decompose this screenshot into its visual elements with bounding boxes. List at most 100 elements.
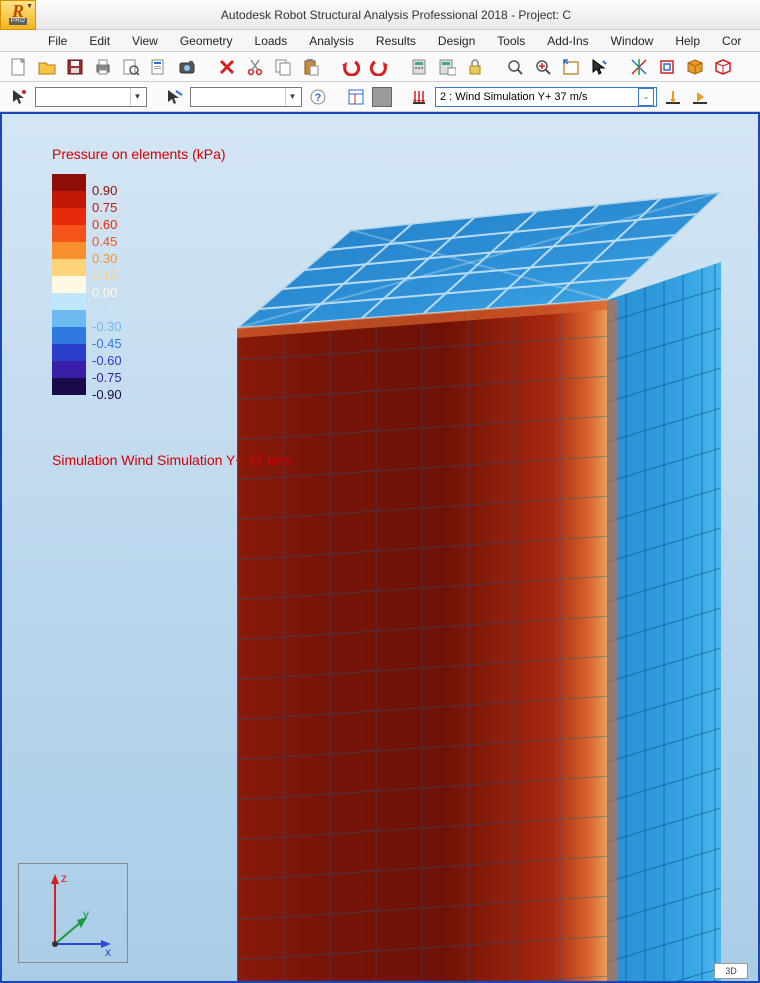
load-case-value: 2 : Wind Simulation Y+ 37 m/s: [440, 91, 639, 103]
menu-truncated[interactable]: Cor: [722, 34, 741, 48]
menu-view[interactable]: View: [132, 34, 158, 48]
legend-swatch: [52, 310, 86, 327]
next-case-icon[interactable]: [689, 86, 711, 108]
legend-value: 0.60: [92, 216, 122, 233]
color-swatch[interactable]: [372, 87, 392, 107]
legend-value: -0.90: [92, 386, 122, 403]
app-icon-pro: PRO: [9, 18, 28, 25]
ucs-x-label: x: [105, 945, 111, 959]
bar-selection-combo[interactable]: ▼: [190, 87, 302, 107]
delete-icon[interactable]: [216, 56, 238, 78]
menu-window[interactable]: Window: [611, 34, 654, 48]
section-icon[interactable]: [656, 56, 678, 78]
paste-icon[interactable]: [300, 56, 322, 78]
redo-icon[interactable]: [368, 56, 390, 78]
menu-file[interactable]: File: [48, 34, 67, 48]
open-icon[interactable]: [36, 56, 58, 78]
node-selection-combo[interactable]: ▼: [35, 87, 147, 107]
menubar: File Edit View Geometry Loads Analysis R…: [0, 30, 760, 52]
legend-swatch: [52, 378, 86, 395]
node-sel-icon[interactable]: [8, 86, 30, 108]
legend-swatch: [52, 344, 86, 361]
undo-icon[interactable]: [340, 56, 362, 78]
legend-value: 0.45: [92, 233, 122, 250]
chevron-down-icon: ▼: [26, 3, 33, 10]
menu-tools[interactable]: Tools: [497, 34, 525, 48]
legend-value: -0.30: [92, 318, 122, 335]
new-icon[interactable]: [8, 56, 30, 78]
legend-value: -0.15: [92, 301, 122, 318]
legend-value: 0.15: [92, 267, 122, 284]
legend-swatch: [52, 276, 86, 293]
copy-icon[interactable]: [272, 56, 294, 78]
menu-loads[interactable]: Loads: [255, 34, 288, 48]
menu-results[interactable]: Results: [376, 34, 416, 48]
side-grid: [607, 262, 721, 983]
help-icon[interactable]: ?: [307, 86, 329, 108]
legend-value: 0.90: [92, 182, 122, 199]
legend-value: 0.00: [92, 284, 122, 301]
menu-design[interactable]: Design: [438, 34, 475, 48]
view-mode-badge[interactable]: 3D: [714, 963, 748, 979]
titlebar: R PRO ▼ Autodesk Robot Structural Analys…: [0, 0, 760, 30]
save-icon[interactable]: [64, 56, 86, 78]
load-case-combo[interactable]: 2 : Wind Simulation Y+ 37 m/s ⌄: [435, 87, 657, 107]
edit-in-new-window-icon[interactable]: [560, 56, 582, 78]
calculator-icon[interactable]: [408, 56, 430, 78]
legend-swatch: [52, 174, 86, 191]
legend-swatch: [52, 225, 86, 242]
menu-help[interactable]: Help: [675, 34, 700, 48]
cut-icon[interactable]: [244, 56, 266, 78]
legend-swatch: [52, 208, 86, 225]
legend-swatch: [52, 293, 86, 310]
app-menu-button[interactable]: R PRO ▼: [0, 0, 36, 30]
building-side-face: [607, 262, 721, 983]
bar-sel-icon[interactable]: [163, 86, 185, 108]
chevron-down-icon: ▼: [130, 88, 144, 106]
print-icon[interactable]: [92, 56, 114, 78]
chevron-down-icon: ⌄: [638, 88, 654, 106]
lock-icon[interactable]: [464, 56, 486, 78]
app-icon-letter: R: [12, 4, 24, 18]
legend-swatch: [52, 191, 86, 208]
building-roof-face: [237, 192, 721, 338]
legend-value: 0.30: [92, 250, 122, 267]
legend-colors: [52, 174, 86, 403]
legend-value: -0.45: [92, 335, 122, 352]
legend-value: 0.75: [92, 199, 122, 216]
legend-swatch: [52, 327, 86, 344]
viewport-3d[interactable]: Pressure on elements (kPa) 0.900.750.600…: [0, 112, 760, 983]
building-front-face: [237, 300, 607, 983]
menu-geometry[interactable]: Geometry: [180, 34, 233, 48]
legend-value: -0.60: [92, 352, 122, 369]
menu-addins[interactable]: Add-Ins: [547, 34, 588, 48]
cube-icon[interactable]: [684, 56, 706, 78]
chevron-down-icon: ▼: [285, 88, 299, 106]
selection-toolbar: ▼ ▼ ? 2 : Wind Simulation Y+ 37 m/s ⌄: [0, 82, 760, 112]
window-layout-icon[interactable]: [345, 86, 367, 108]
window-title: Autodesk Robot Structural Analysis Profe…: [42, 8, 760, 22]
select-icon[interactable]: [588, 56, 610, 78]
front-grid: [238, 300, 608, 983]
ucs-y-label: y: [83, 907, 89, 921]
load-case-sel-icon[interactable]: [408, 86, 430, 108]
menu-edit[interactable]: Edit: [89, 34, 110, 48]
calc-params-icon[interactable]: [436, 56, 458, 78]
legend-value: -0.75: [92, 369, 122, 386]
legend-swatch: [52, 361, 86, 378]
page-setup-icon[interactable]: [148, 56, 170, 78]
print-preview-icon[interactable]: [120, 56, 142, 78]
zoom-window-icon[interactable]: [504, 56, 526, 78]
menu-analysis[interactable]: Analysis: [309, 34, 354, 48]
model-building: [237, 192, 717, 983]
main-toolbar: [0, 52, 760, 82]
load-step-icon[interactable]: [662, 86, 684, 108]
simulation-label: Simulation Wind Simulation Y+ 37 m/s: [52, 452, 289, 468]
screenshot-icon[interactable]: [176, 56, 198, 78]
legend-labels: 0.900.750.600.450.300.150.00-0.15-0.30-0…: [92, 174, 122, 403]
cube-alt-icon[interactable]: [712, 56, 734, 78]
ucs-triad[interactable]: z x y: [18, 863, 128, 963]
zoom-all-icon[interactable]: [532, 56, 554, 78]
axis-def-icon[interactable]: [628, 56, 650, 78]
legend-swatch: [52, 259, 86, 276]
